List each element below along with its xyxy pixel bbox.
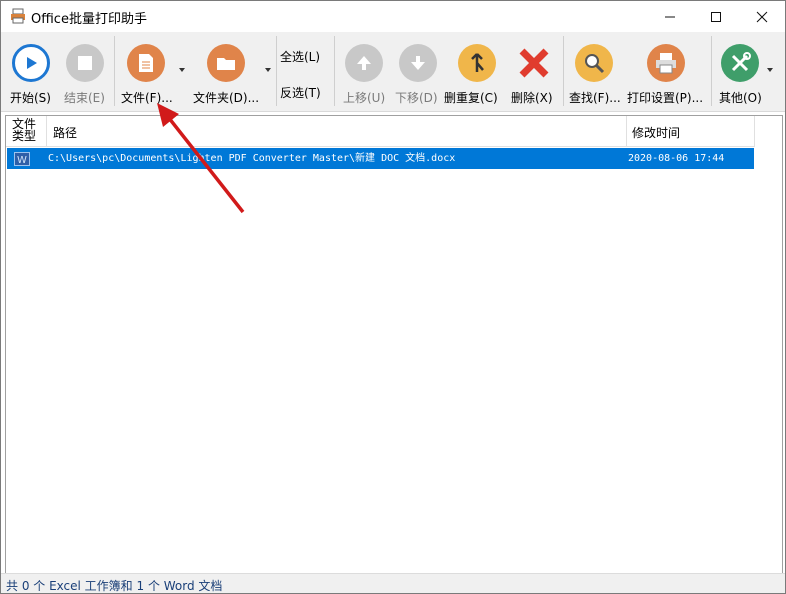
column-header-path[interactable]: 路径 <box>47 116 627 147</box>
magnifier-icon <box>575 44 613 82</box>
toolbar: 开始(S) 结束(E) 文件(F)... 文件夹(D)... 全选(L) 反选(… <box>1 32 785 112</box>
other-button[interactable]: 其他(O) <box>719 32 762 111</box>
svg-text:W: W <box>17 155 27 166</box>
printer-app-icon <box>11 8 25 24</box>
file-list[interactable]: 文件 类型 路径 修改时间 W C:\Users\pc\Documents\Li… <box>5 115 783 574</box>
minimize-button[interactable] <box>647 1 693 32</box>
folder-icon <box>207 44 245 82</box>
column-header-modified[interactable]: 修改时间 <box>627 116 755 147</box>
print-settings-label: 打印设置(P)... <box>627 91 704 105</box>
play-icon <box>12 44 50 82</box>
toolbar-separator <box>276 36 277 106</box>
folder-dropdown-arrow[interactable] <box>265 68 271 72</box>
invert-selection-button[interactable]: 反选(T) <box>280 84 321 101</box>
file-icon <box>127 44 165 82</box>
maximize-button[interactable] <box>693 1 739 32</box>
toolbar-separator <box>114 36 115 106</box>
other-dropdown-arrow[interactable] <box>767 68 773 72</box>
tools-icon <box>721 44 759 82</box>
move-up-button[interactable]: 上移(U) <box>343 32 385 111</box>
toolbar-separator <box>711 36 712 106</box>
maximize-icon <box>711 11 721 22</box>
window-title: Office批量打印助手 <box>31 12 147 27</box>
status-bar: 共 0 个 Excel 工作簿和 1 个 Word 文档 <box>1 573 785 593</box>
title-bar: Office批量打印助手 <box>1 1 785 32</box>
move-down-button[interactable]: 下移(D) <box>395 32 439 111</box>
close-button[interactable] <box>739 1 785 32</box>
find-button[interactable]: 查找(F)... <box>569 32 621 111</box>
add-folder-button[interactable]: 文件夹(D)... <box>193 32 259 111</box>
column-header-type[interactable]: 文件 类型 <box>6 116 47 147</box>
remove-duplicates-button[interactable]: 删重复(C) <box>444 32 498 111</box>
close-icon <box>756 11 768 22</box>
file-dropdown-arrow[interactable] <box>179 68 185 72</box>
delete-x-icon <box>515 44 553 82</box>
arrow-down-icon <box>399 44 437 82</box>
status-text: 共 0 个 Excel 工作簿和 1 个 Word 文档 <box>6 579 223 593</box>
move-up-label: 上移(U) <box>343 91 386 105</box>
annotation-arrow <box>157 103 245 214</box>
move-down-label: 下移(D) <box>395 91 438 105</box>
select-all-button[interactable]: 全选(L) <box>280 48 320 65</box>
stop-button[interactable]: 结束(E) <box>64 32 106 111</box>
table-row[interactable]: W C:\Users\pc\Documents\Lighten PDF Conv… <box>7 148 754 169</box>
arrow-up-icon <box>345 44 383 82</box>
delete-button[interactable]: 删除(X) <box>511 32 555 111</box>
merge-icon <box>458 44 496 82</box>
stop-icon <box>66 44 104 82</box>
delete-label: 删除(X) <box>511 91 553 105</box>
word-doc-icon: W <box>14 148 38 169</box>
toolbar-separator <box>563 36 564 106</box>
row-modified: 2020-08-06 17:44 <box>628 153 725 164</box>
print-settings-button[interactable]: 打印设置(P)... <box>627 32 703 111</box>
toolbar-separator <box>334 36 335 106</box>
app-window: Office批量打印助手 开始(S) 结束(E) 文件(F)... 文件夹(D)… <box>0 0 786 594</box>
remove-duplicates-label: 删重复(C) <box>444 91 498 105</box>
minimize-icon <box>665 16 675 17</box>
add-file-button[interactable]: 文件(F)... <box>121 32 173 111</box>
start-button[interactable]: 开始(S) <box>10 32 52 111</box>
stop-label: 结束(E) <box>64 91 105 105</box>
row-path: C:\Users\pc\Documents\Lighten PDF Conver… <box>48 153 456 164</box>
other-label: 其他(O) <box>719 91 762 105</box>
find-label: 查找(F)... <box>569 91 621 105</box>
printer-icon <box>647 44 685 82</box>
start-label: 开始(S) <box>10 91 51 105</box>
